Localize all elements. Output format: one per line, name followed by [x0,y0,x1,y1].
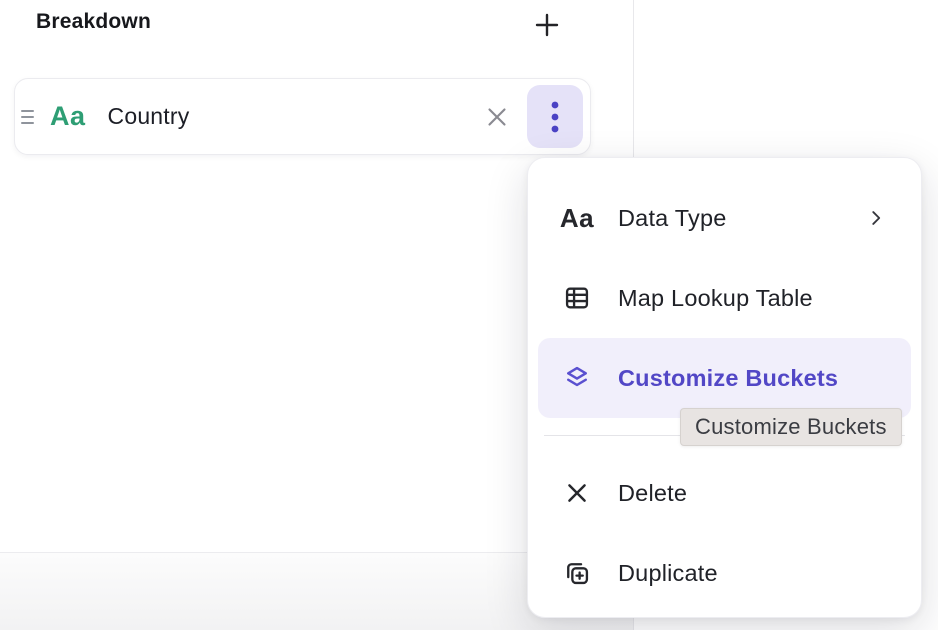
field-name-label: Country [108,103,190,130]
plus-icon [531,9,563,41]
drag-handle-icon[interactable] [21,104,43,130]
breakdown-panel: Breakdown Aa Country [0,0,938,630]
close-icon [482,102,512,132]
customize-buckets-tooltip: Customize Buckets [680,408,902,446]
menu-item-label: Duplicate [618,560,718,587]
field-menu-button[interactable] [527,85,583,148]
text-type-icon: Aa [562,203,592,234]
panel-header: Breakdown [0,0,633,56]
kebab-menu-icon [550,100,560,134]
chevron-right-icon [865,207,887,229]
menu-item-label: Data Type [618,205,727,232]
menu-item-label: Customize Buckets [618,365,838,392]
menu-item-label: Delete [618,480,687,507]
menu-item-delete[interactable]: Delete [538,453,911,533]
x-delete-icon [562,479,592,507]
menu-item-duplicate[interactable]: Duplicate [538,533,911,613]
field-type-badge: Aa [50,101,86,132]
page-title: Breakdown [36,10,151,34]
field-context-menu: Aa Data Type Map Lookup Table [527,157,922,618]
menu-item-map-lookup-table[interactable]: Map Lookup Table [538,258,911,338]
menu-item-customize-buckets[interactable]: Customize Buckets [538,338,911,418]
duplicate-copy-icon [562,559,592,587]
buckets-stack-icon [562,364,592,392]
breakdown-field-chip[interactable]: Aa Country [14,78,591,155]
add-breakdown-button[interactable] [526,4,568,46]
remove-field-button[interactable] [477,97,517,137]
menu-item-data-type[interactable]: Aa Data Type [538,178,911,258]
menu-item-label: Map Lookup Table [618,285,813,312]
table-icon [562,284,592,312]
